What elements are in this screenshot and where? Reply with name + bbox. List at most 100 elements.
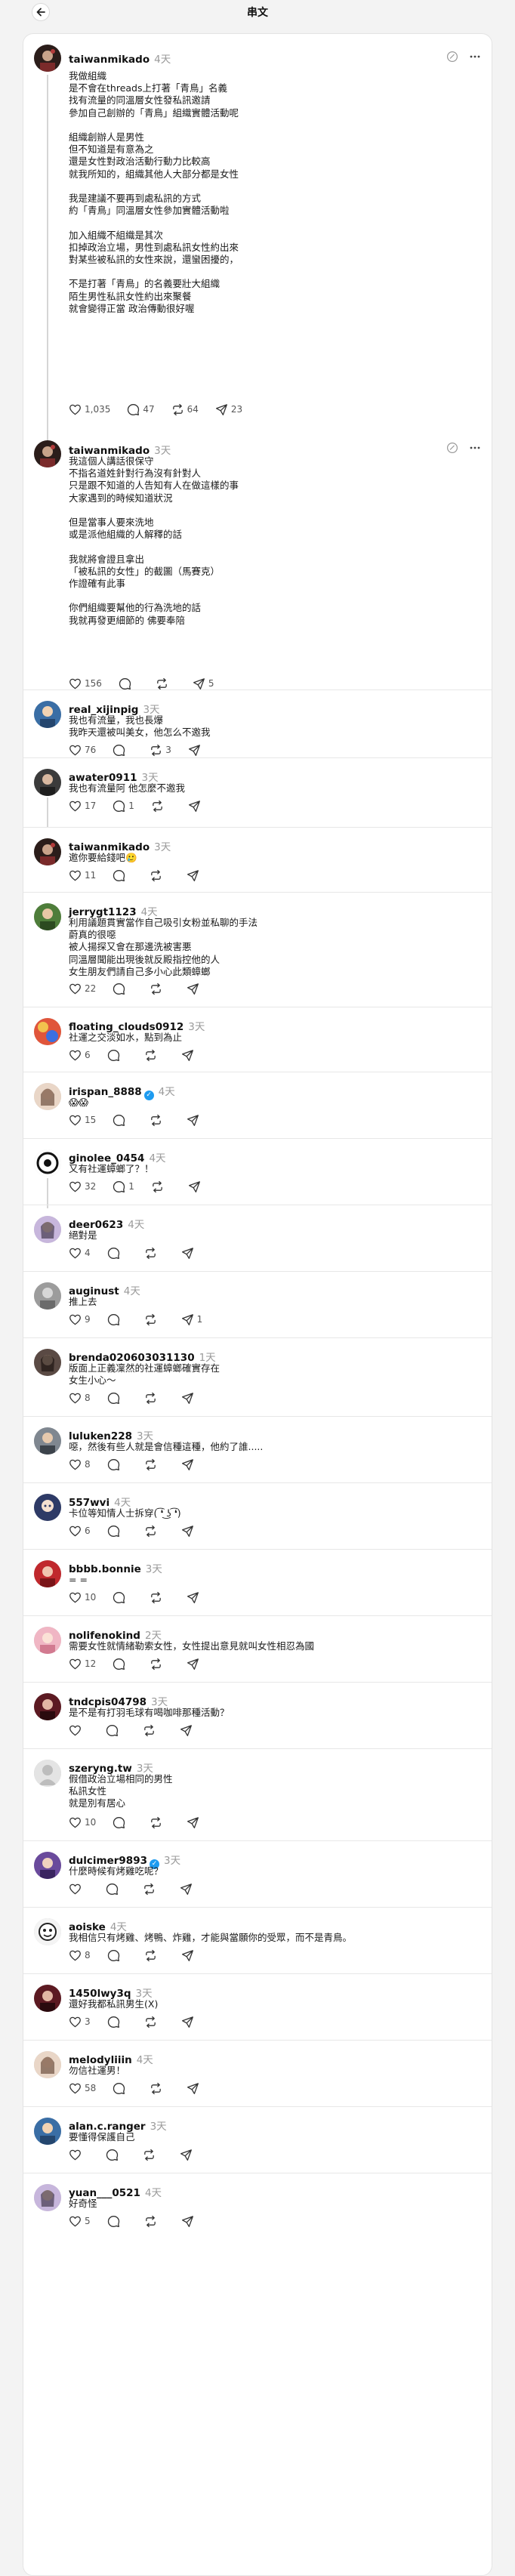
share-button[interactable]: [187, 2082, 207, 2095]
comment-button[interactable]: [106, 2149, 126, 2161]
repost-button[interactable]: [144, 1525, 165, 1538]
repost-button[interactable]: [151, 800, 171, 813]
comment-button[interactable]: 1: [113, 1180, 134, 1193]
like-button[interactable]: [69, 1883, 89, 1896]
author-reply[interactable]: taiwanmikado 3天 我這個人講話很保守 不指名道姓針對行為沒有針對人 只…: [23, 425, 492, 690]
avatar[interactable]: [34, 1627, 61, 1654]
comment-button[interactable]: [106, 1724, 126, 1737]
comment-button[interactable]: [113, 1114, 133, 1127]
share-button[interactable]: [181, 2215, 202, 2228]
avatar[interactable]: [34, 769, 61, 796]
share-button[interactable]: [188, 1180, 208, 1193]
comment-button[interactable]: [113, 1658, 133, 1671]
reply-post[interactable]: deer0623 4天 絕對是 4: [23, 1205, 492, 1271]
avatar[interactable]: [34, 1918, 61, 1945]
like-button[interactable]: [69, 2149, 89, 2161]
translate-icon[interactable]: [446, 442, 458, 454]
repost-button[interactable]: [150, 869, 170, 882]
repost-button[interactable]: [156, 677, 176, 690]
reply-post[interactable]: aoiske 4天 我相信只有烤雞、烤鴨、炸雞，才能與當願你的受眾，而不是青鳥。 8: [23, 1907, 492, 1973]
avatar[interactable]: [34, 2118, 61, 2145]
comment-button[interactable]: [113, 744, 133, 757]
avatar[interactable]: [34, 1149, 61, 1177]
reply-post[interactable]: dulcimer9893 ✓ 3天 什麼時候有烤雞吃呢？: [23, 1840, 492, 1907]
comment-button[interactable]: [113, 1816, 133, 1829]
repost-button[interactable]: [150, 1591, 170, 1604]
share-button[interactable]: [187, 1591, 207, 1604]
avatar[interactable]: [34, 1560, 61, 1587]
reply-post[interactable]: auginust 4天 推上去 9 1: [23, 1271, 492, 1337]
share-button[interactable]: [181, 2016, 202, 2028]
like-button[interactable]: 3: [69, 2016, 91, 2028]
reply-post[interactable]: nolifenokind 2天 需要女性就情緒勒索女性，女性提出意見就叫女性相忍為國…: [23, 1615, 492, 1682]
avatar[interactable]: [34, 1349, 61, 1376]
like-button[interactable]: 6: [69, 1049, 91, 1062]
comment-button[interactable]: [113, 1591, 133, 1604]
like-button[interactable]: 5: [69, 2215, 91, 2228]
share-button[interactable]: [187, 983, 207, 995]
share-button[interactable]: [180, 2149, 200, 2161]
like-button[interactable]: 10: [69, 1816, 96, 1829]
share-button[interactable]: [187, 1658, 207, 1671]
share-button[interactable]: 23: [215, 403, 242, 416]
share-button[interactable]: [181, 1049, 202, 1062]
avatar[interactable]: [34, 1693, 61, 1720]
comment-button[interactable]: [119, 677, 139, 690]
original-post[interactable]: taiwanmikado 4天 我做組織 是不會在threads上打著「青鳥」名義 …: [23, 34, 492, 461]
comment-button[interactable]: [106, 1883, 126, 1896]
like-button[interactable]: 11: [69, 869, 96, 882]
comment-button[interactable]: [107, 1392, 128, 1405]
like-button[interactable]: 8: [69, 1458, 91, 1471]
share-button[interactable]: 5: [193, 677, 214, 690]
comment-button[interactable]: [107, 2215, 128, 2228]
reply-post[interactable]: brenda020603031130 1天 版面上正義凜然的社運蟑螂確實存在 女生小…: [23, 1337, 492, 1416]
reply-post[interactable]: jerrygt1123 4天 利用議題貫實當作自己吸引女粉並私聊的手法 蔚真的很噁 …: [23, 892, 492, 1007]
share-button[interactable]: [181, 1247, 202, 1260]
reply-post[interactable]: szeryng.tw 3天 假借政治立場相同的男性 私訊女性 就是別有居心 10: [23, 1748, 492, 1840]
reply-post[interactable]: luluken228 3天 噁，然後有些人就是會信種這種，他約了誰..... 8: [23, 1416, 492, 1482]
repost-button[interactable]: [144, 1049, 165, 1062]
avatar[interactable]: [34, 1427, 61, 1455]
like-button[interactable]: 22: [69, 983, 96, 995]
share-button[interactable]: [181, 1525, 202, 1538]
share-button[interactable]: [180, 1724, 200, 1737]
author-reply[interactable]: taiwanmikado 3天 邀你要給錢吧🥲 11: [23, 827, 492, 892]
repost-button[interactable]: [144, 1313, 165, 1326]
avatar[interactable]: [34, 838, 61, 865]
repost-button[interactable]: [150, 1816, 170, 1829]
avatar[interactable]: [34, 1018, 61, 1045]
more-options-icon[interactable]: [469, 442, 481, 454]
like-button[interactable]: 8: [69, 1392, 91, 1405]
avatar[interactable]: [34, 1282, 61, 1310]
like-button[interactable]: 17: [69, 800, 96, 813]
repost-button[interactable]: [144, 1247, 165, 1260]
like-button[interactable]: 15: [69, 1114, 96, 1127]
share-button[interactable]: [180, 1883, 200, 1896]
comment-button[interactable]: [107, 1525, 128, 1538]
repost-button[interactable]: [144, 1458, 165, 1471]
repost-button[interactable]: 64: [171, 403, 199, 416]
share-button[interactable]: 1: [181, 1313, 202, 1326]
repost-button[interactable]: [144, 2215, 165, 2228]
avatar[interactable]: [34, 903, 61, 930]
reply-post[interactable]: tndcpis04798 3天 是不是有打羽毛球有喝咖啡那種活動？: [23, 1682, 492, 1748]
like-button[interactable]: 156: [69, 677, 102, 690]
avatar[interactable]: [34, 2051, 61, 2078]
repost-button[interactable]: [144, 1392, 165, 1405]
repost-button[interactable]: [143, 2149, 163, 2161]
like-button[interactable]: 8: [69, 1949, 91, 1962]
repost-button[interactable]: [150, 2082, 170, 2095]
like-button[interactable]: 4: [69, 1247, 91, 1260]
reply-post[interactable]: alan.c.ranger 3天 要懂得保護自己: [23, 2106, 492, 2173]
avatar[interactable]: [34, 1494, 61, 1521]
share-button[interactable]: [181, 1458, 202, 1471]
reply-post[interactable]: yuan___0521 4天 好奇怪 5: [23, 2173, 492, 2575]
reply-post[interactable]: melodyliiin 4天 勿信社運男！ 58: [23, 2040, 492, 2106]
comment-button[interactable]: [107, 1313, 128, 1326]
repost-button[interactable]: [144, 1949, 165, 1962]
avatar[interactable]: [34, 1216, 61, 1243]
like-button[interactable]: 9: [69, 1313, 91, 1326]
like-button[interactable]: 12: [69, 1658, 96, 1671]
comment-button[interactable]: 1: [113, 800, 134, 813]
reply-post[interactable]: floating_clouds0912 3天 社運之交淡如水，點到為止 6: [23, 1007, 492, 1072]
